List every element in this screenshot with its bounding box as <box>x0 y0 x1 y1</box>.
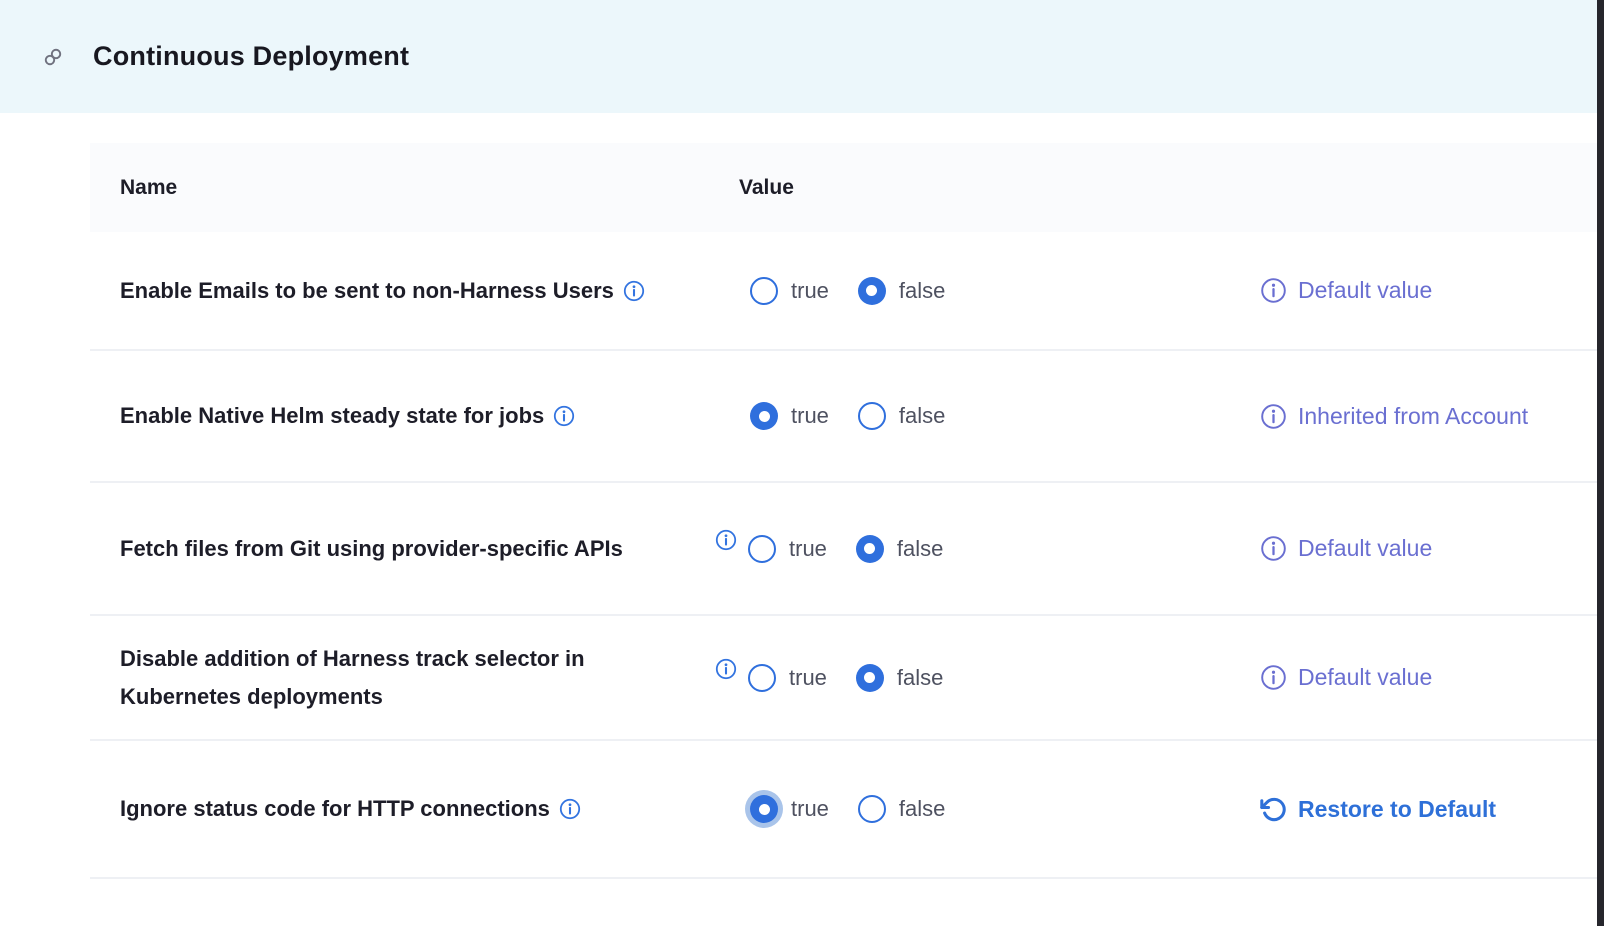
status-label: Default value <box>1298 661 1432 694</box>
radio-true-label: true <box>791 278 829 304</box>
settings-row: Fetch files from Git using provider-spec… <box>90 483 1597 616</box>
radio-option-true[interactable]: true <box>750 795 829 823</box>
radio-true[interactable] <box>748 664 776 692</box>
radio-false[interactable] <box>858 795 886 823</box>
radio-true[interactable] <box>750 277 778 305</box>
radio-option-false[interactable]: false <box>856 664 943 692</box>
radio-false[interactable] <box>858 277 886 305</box>
radio-false[interactable] <box>856 535 884 563</box>
radio-false-label: false <box>899 278 945 304</box>
radio-true[interactable] <box>750 402 778 430</box>
radio-option-false[interactable]: false <box>858 402 945 430</box>
setting-value-cell: true false <box>715 535 1260 563</box>
settings-table: Name Value Enable Emails to be sent to n… <box>90 143 1597 879</box>
setting-label: Disable addition of Harness track select… <box>120 646 585 709</box>
info-icon[interactable] <box>553 405 575 427</box>
radio-true[interactable] <box>748 535 776 563</box>
setting-value-cell: true false <box>715 795 1260 823</box>
restore-icon[interactable] <box>1260 796 1287 823</box>
radio-option-false[interactable]: false <box>856 535 943 563</box>
radio-true[interactable] <box>750 795 778 823</box>
status-label: Default value <box>1298 532 1432 565</box>
status-label: Inherited from Account <box>1298 400 1528 433</box>
column-header-name: Name <box>90 176 715 200</box>
column-header-value: Value <box>715 176 1260 200</box>
setting-value-cell: true false <box>715 402 1260 430</box>
radio-true-label: true <box>789 536 827 562</box>
radio-option-true[interactable]: true <box>748 535 827 563</box>
info-icon[interactable] <box>623 280 645 302</box>
setting-label: Fetch files from Git using provider-spec… <box>120 536 623 561</box>
setting-name-cell: Enable Emails to be sent to non-Harness … <box>90 272 715 310</box>
info-icon[interactable] <box>715 529 737 551</box>
radio-option-true[interactable]: true <box>750 277 829 305</box>
settings-row: Disable addition of Harness track select… <box>90 616 1597 741</box>
settings-row: Enable Native Helm steady state for jobs… <box>90 351 1597 483</box>
radio-option-true[interactable]: true <box>750 402 829 430</box>
radio-true-label: true <box>789 665 827 691</box>
info-icon[interactable] <box>1260 664 1287 691</box>
settings-page: Continuous Deployment Name Value Enable … <box>0 0 1604 926</box>
setting-name-cell: Fetch files from Git using provider-spec… <box>90 530 715 568</box>
setting-label: Ignore status code for HTTP connections <box>120 796 550 821</box>
info-icon[interactable] <box>1260 403 1287 430</box>
setting-name-cell: Disable addition of Harness track select… <box>90 640 715 716</box>
radio-false[interactable] <box>858 402 886 430</box>
setting-value-cell: true false <box>715 277 1260 305</box>
radio-false-label: false <box>897 665 943 691</box>
info-icon[interactable] <box>715 658 737 680</box>
radio-false[interactable] <box>856 664 884 692</box>
restore-to-default-button[interactable]: Restore to Default <box>1260 793 1597 826</box>
link-icon[interactable] <box>42 46 64 68</box>
setting-label: Enable Emails to be sent to non-Harness … <box>120 278 614 303</box>
setting-label: Enable Native Helm steady state for jobs <box>120 403 544 428</box>
radio-true-label: true <box>791 796 829 822</box>
setting-value-cell: true false <box>715 664 1260 692</box>
section-title: Continuous Deployment <box>93 41 409 72</box>
status-label: Restore to Default <box>1298 793 1496 826</box>
radio-false-label: false <box>899 403 945 429</box>
setting-status-cell: Default value <box>1260 532 1597 565</box>
setting-name-cell: Enable Native Helm steady state for jobs <box>90 397 715 435</box>
setting-status-cell: Default value <box>1260 274 1597 307</box>
radio-option-true[interactable]: true <box>748 664 827 692</box>
info-icon[interactable] <box>559 798 581 820</box>
dark-edge-strip <box>1597 0 1604 926</box>
settings-row: Ignore status code for HTTP connections … <box>90 741 1597 879</box>
status-label: Default value <box>1298 274 1432 307</box>
settings-row: Enable Emails to be sent to non-Harness … <box>90 232 1597 351</box>
setting-status-cell: Inherited from Account <box>1260 400 1597 433</box>
table-header-row: Name Value <box>90 143 1597 232</box>
setting-status-cell: Default value <box>1260 661 1597 694</box>
radio-false-label: false <box>897 536 943 562</box>
section-header: Continuous Deployment <box>0 0 1604 113</box>
setting-name-cell: Ignore status code for HTTP connections <box>90 790 715 828</box>
info-icon[interactable] <box>1260 277 1287 304</box>
table-body: Enable Emails to be sent to non-Harness … <box>90 232 1597 879</box>
radio-option-false[interactable]: false <box>858 277 945 305</box>
radio-false-label: false <box>899 796 945 822</box>
radio-option-false[interactable]: false <box>858 795 945 823</box>
info-icon[interactable] <box>1260 535 1287 562</box>
radio-true-label: true <box>791 403 829 429</box>
